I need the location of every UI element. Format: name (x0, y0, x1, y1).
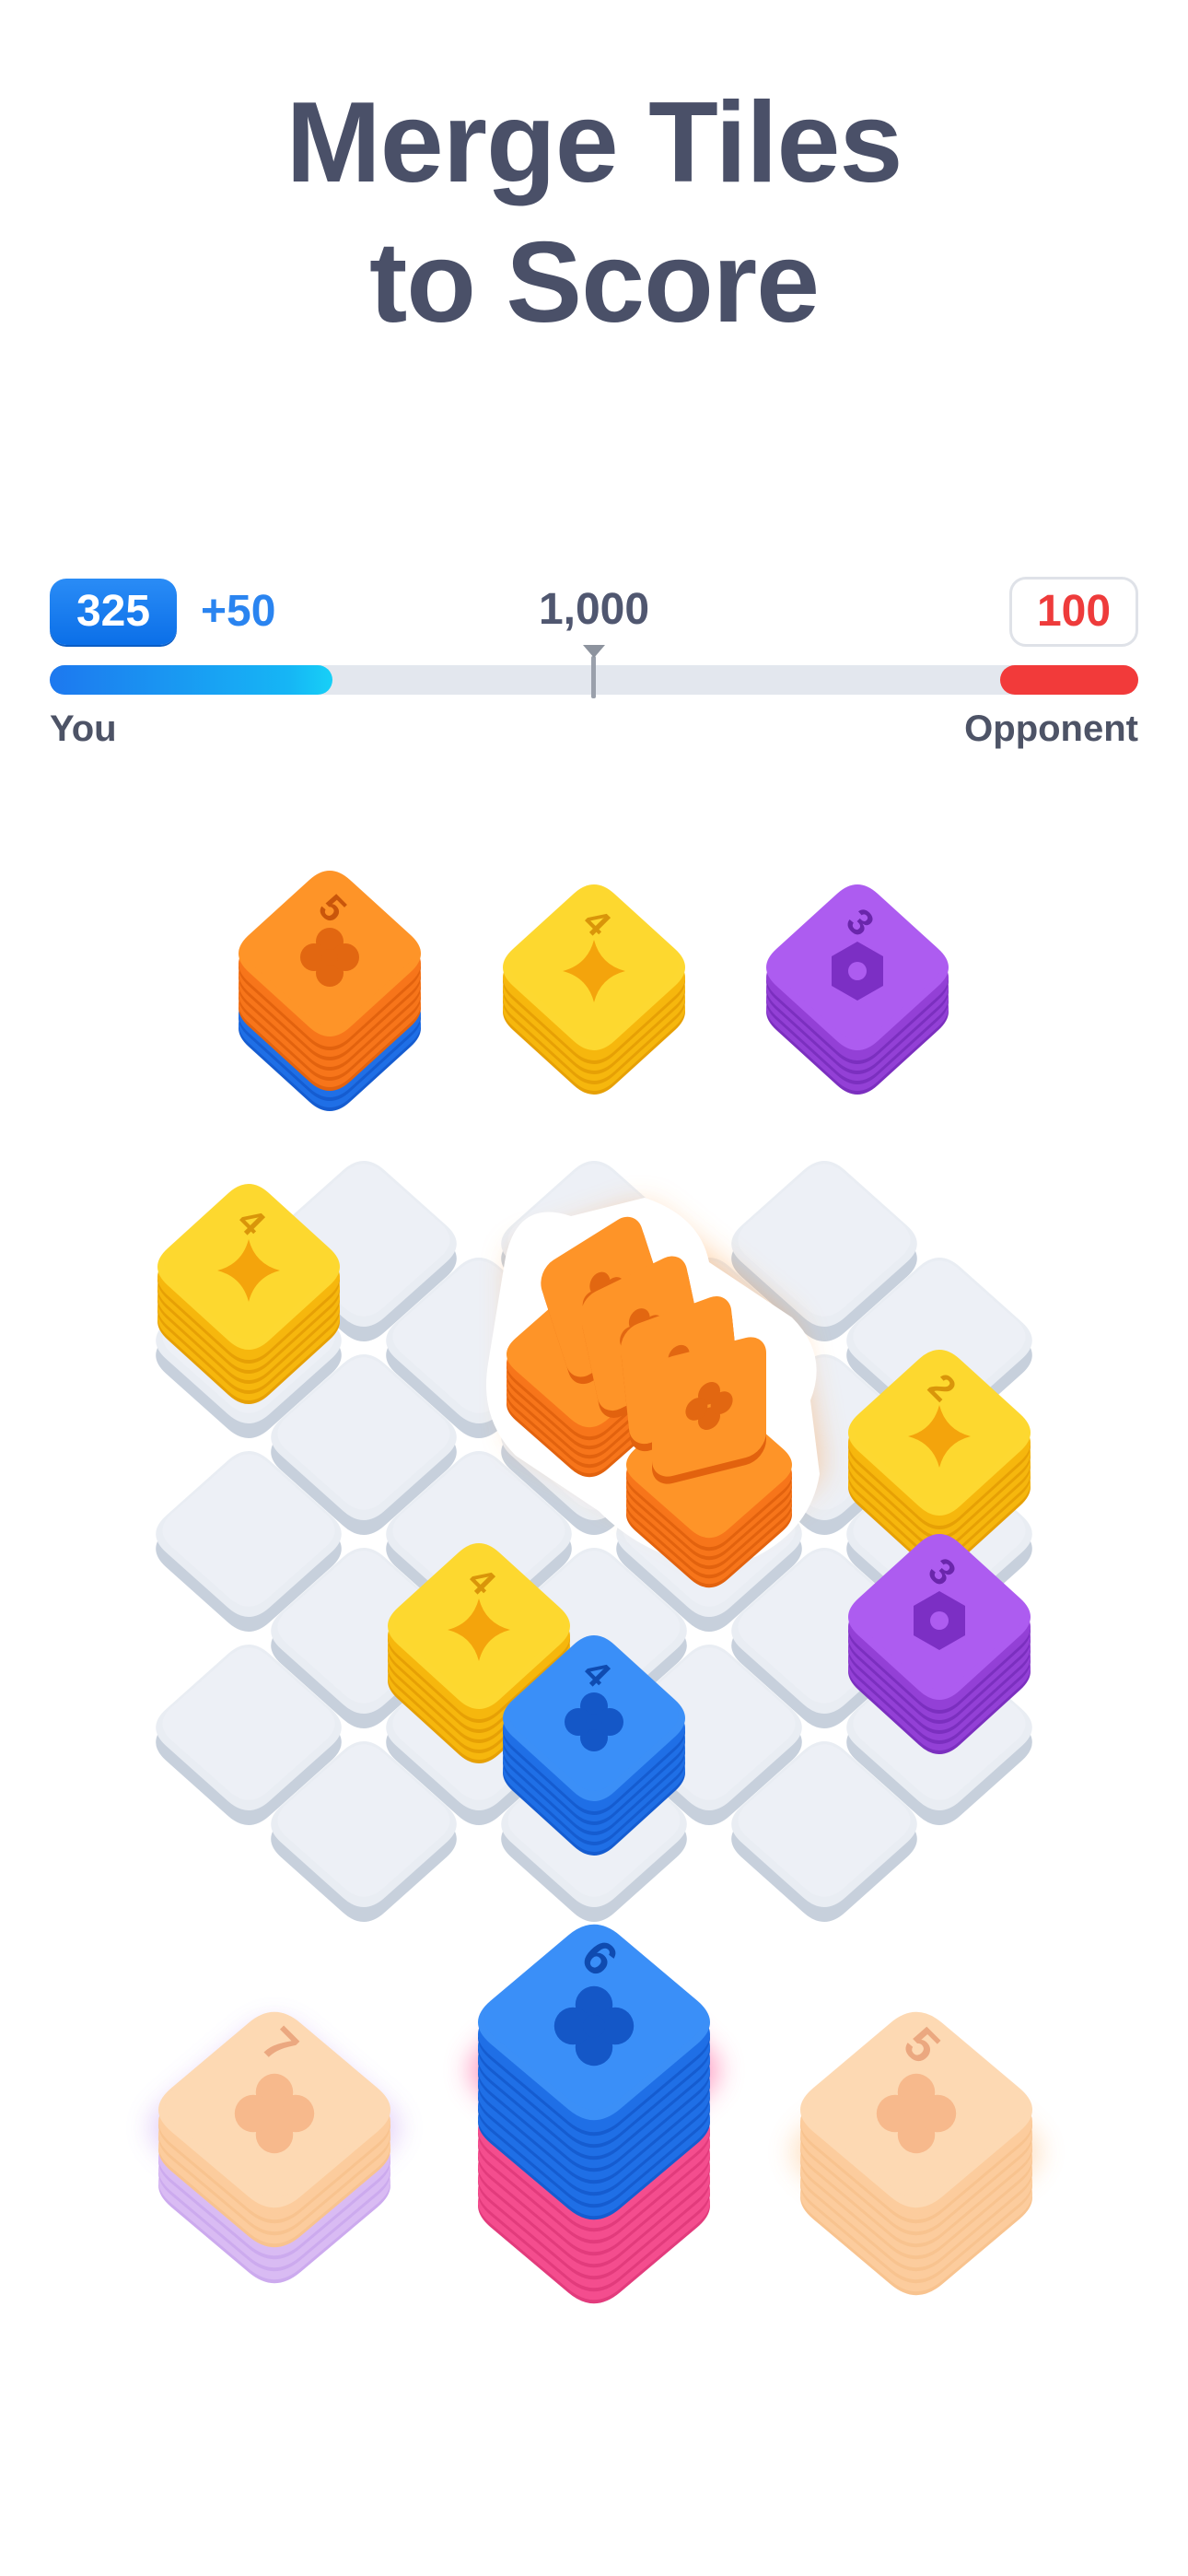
hand-stack-3[interactable]: 5 (792, 2011, 1041, 2296)
hand-stack-2[interactable]: 6 (470, 1924, 718, 2304)
headline-line-1: Merge Tiles (285, 79, 903, 206)
opponent-label: Opponent (964, 708, 1138, 749)
headline-line-2: to Score (368, 219, 820, 346)
goal-marker-arrow-icon (583, 645, 605, 658)
opponent-progress-fill (1000, 665, 1138, 695)
preview-stack-3[interactable]: 3 (766, 884, 949, 1095)
opponent-score-badge: 100 (1009, 577, 1138, 647)
player-label: You (50, 708, 117, 749)
player-progress-fill (50, 665, 333, 695)
preview-stack-1[interactable]: 5 (239, 871, 421, 1111)
hand-stack-1[interactable]: 7 (150, 2011, 399, 2284)
goal-marker (591, 656, 596, 698)
preview-stack-2[interactable]: 4 (503, 884, 685, 1095)
game-board[interactable]: 5 4 342344765 (0, 792, 1188, 2359)
